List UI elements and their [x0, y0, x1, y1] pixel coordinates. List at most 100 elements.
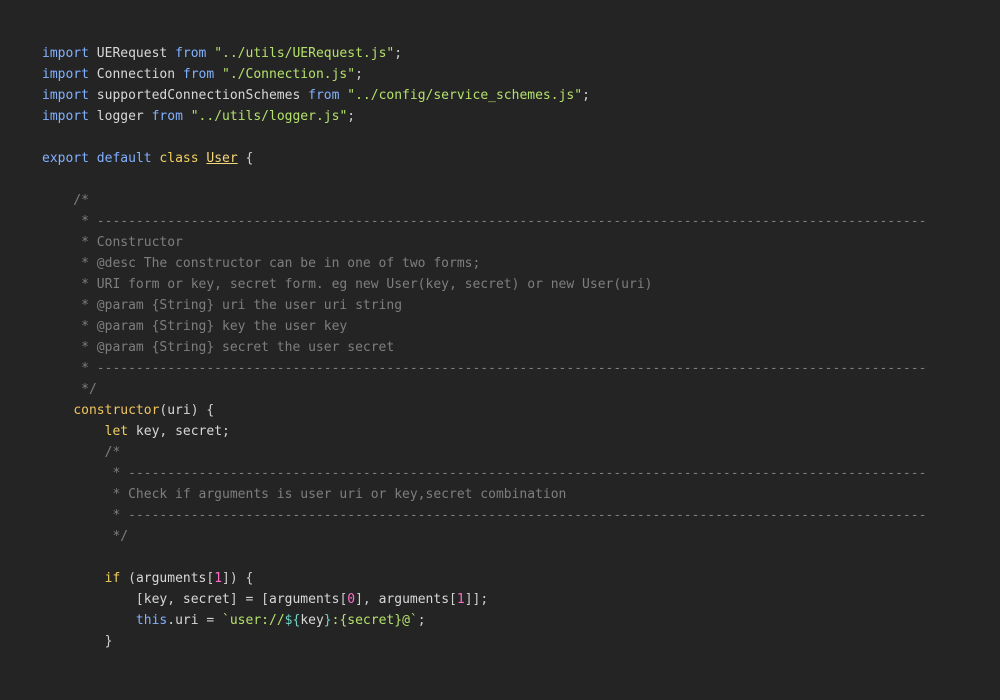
code-token: 0 [347, 592, 356, 607]
code-line-10: * Constructor [42, 232, 1000, 253]
code-token: ; [394, 46, 403, 61]
code-token: `user:// [222, 613, 285, 628]
code-line-16: * --------------------------------------… [42, 358, 1000, 379]
code-token: export [42, 151, 89, 166]
code-token: secret [175, 424, 223, 439]
code-token: * @param {String} key the user key [42, 319, 348, 334]
code-token: default [96, 151, 152, 166]
code-line-21: * --------------------------------------… [42, 463, 1000, 484]
code-line-20: /* [42, 442, 1000, 463]
code-token: * Check if arguments is user uri or key,… [42, 487, 567, 502]
code-token: * @desc The constructor can be in one of… [42, 256, 481, 271]
code-line-6: export default class User { [42, 148, 1000, 169]
code-token: 1 [214, 571, 223, 586]
code-line-15: * @param {String} secret the user secret [42, 337, 1000, 358]
code-token: ] = [ [229, 592, 269, 607]
code-token: {secret}@` [339, 613, 418, 628]
code-token: import [42, 67, 89, 82]
code-line-18: constructor(uri) { [42, 400, 1000, 421]
code-token: let [104, 424, 129, 439]
code-token: * Constructor [42, 235, 183, 250]
code-line-12: * URI form or key, secret form. eg new U… [42, 274, 1000, 295]
code-token: } [323, 613, 332, 628]
code-token: UERequest [88, 46, 176, 61]
code-token: */ [42, 382, 97, 397]
code-token: from [151, 109, 183, 124]
code-token: import [42, 88, 89, 103]
code-token: "../utils/UERequest.js" [214, 46, 395, 61]
code-line-8: /* [42, 190, 1000, 211]
code-token: Connection [88, 67, 183, 82]
code-token: arguments [269, 592, 340, 607]
code-token: class [159, 151, 199, 166]
code-token: arguments [378, 592, 450, 607]
code-token: if [104, 571, 121, 586]
code-token: , [167, 592, 183, 607]
code-token: ]) { [222, 571, 254, 586]
code-line-11: * @desc The constructor can be in one of… [42, 253, 1000, 274]
code-token: [ [449, 592, 457, 607]
code-token: * --------------------------------------… [42, 214, 927, 229]
code-token: key [300, 613, 324, 628]
code-line-3: import supportedConnectionSchemes from "… [42, 85, 1000, 106]
code-token: ], [355, 592, 379, 607]
code-token: 1 [456, 592, 465, 607]
code-token: = [198, 613, 223, 628]
code-token: ; [222, 424, 230, 439]
code-token: * --------------------------------------… [42, 361, 927, 376]
code-line-28: this.uri = `user://${key}:{secret}@`; [42, 610, 1000, 631]
code-token: from [308, 88, 340, 103]
code-token: import [42, 46, 89, 61]
code-token: /* [42, 445, 121, 460]
code-line-23: * --------------------------------------… [42, 505, 1000, 526]
code-line-22: * Check if arguments is user uri or key,… [42, 484, 1000, 505]
code-token: * --------------------------------------… [42, 508, 927, 523]
code-line-14: * @param {String} key the user key [42, 316, 1000, 337]
code-token: User [206, 151, 238, 166]
code-token: ( [120, 571, 136, 586]
code-line-17: */ [42, 379, 1000, 400]
code-token: key [128, 424, 160, 439]
code-view[interactable]: import UERequest from "../utils/UEReques… [0, 43, 1000, 652]
code-token: "../utils/logger.js" [190, 109, 348, 124]
code-token: * @param {String} uri the user uri strin… [42, 298, 403, 313]
code-line-27: [key, secret] = [arguments[0], arguments… [42, 589, 1000, 610]
code-line-2: import Connection from "./Connection.js"… [42, 64, 1000, 85]
code-token: * URI form or key, secret form. eg new U… [42, 277, 653, 292]
code-token: this [135, 613, 168, 628]
code-token: { [237, 151, 254, 166]
code-line-9: * --------------------------------------… [42, 211, 1000, 232]
code-token: [ [42, 592, 144, 607]
code-token: ; [417, 613, 426, 628]
code-line-29: } [42, 631, 1000, 652]
code-line-4: import logger from "../utils/logger.js"; [42, 106, 1000, 127]
code-editor[interactable]: import UERequest from "../utils/UEReques… [0, 0, 1000, 700]
code-token: secret [182, 592, 230, 607]
code-token: ; [582, 88, 590, 103]
code-token: . [167, 613, 176, 628]
code-token: /* [42, 193, 89, 208]
code-token: , [159, 424, 176, 439]
code-token: ]]; [464, 592, 489, 607]
code-token: supportedConnectionSchemes [88, 88, 309, 103]
code-token: ; [355, 67, 363, 82]
code-token: from [175, 46, 207, 61]
code-line-19: let key, secret; [42, 421, 1000, 442]
code-line-26: if (arguments[1]) { [42, 568, 1000, 589]
code-token: uri [175, 613, 199, 628]
code-token: constructor [73, 403, 160, 418]
code-token: */ [42, 529, 129, 544]
code-token: } [42, 634, 113, 649]
code-token: ; [347, 109, 356, 124]
code-token: "./Connection.js" [222, 67, 356, 82]
code-token: ) { [190, 403, 215, 418]
